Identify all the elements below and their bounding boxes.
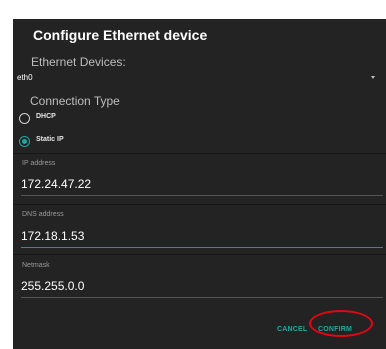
ethernet-devices-label: Ethernet Devices: [31, 55, 126, 69]
ethernet-device-dropdown[interactable]: eth0 [17, 71, 379, 89]
dhcp-radio-icon[interactable] [19, 113, 30, 124]
dns-address-label: DNS address [22, 211, 64, 218]
static-ip-radio-icon[interactable] [19, 136, 30, 147]
configure-ethernet-dialog: Configure Ethernet device Ethernet Devic… [13, 19, 386, 349]
static-ip-radio-option[interactable]: Static IP [19, 135, 139, 149]
confirm-button[interactable]: CONFIRM [318, 326, 352, 333]
divider [13, 153, 386, 154]
netmask-input[interactable]: 255.255.0.0 [21, 279, 383, 298]
dropdown-arrow-icon [371, 76, 375, 79]
dhcp-radio-option[interactable]: DHCP [19, 112, 139, 126]
netmask-label: Netmask [22, 262, 50, 269]
dialog-title: Configure Ethernet device [33, 27, 208, 43]
cancel-button[interactable]: CANCEL [277, 326, 307, 333]
dns-address-input[interactable]: 172.18.1.53 [21, 229, 383, 248]
dhcp-label: DHCP [36, 113, 56, 120]
ethernet-device-value: eth0 [17, 73, 33, 82]
ip-address-label: IP address [22, 160, 56, 167]
divider [13, 254, 386, 255]
connection-type-label: Connection Type [30, 94, 120, 108]
static-ip-label: Static IP [36, 136, 64, 143]
divider [13, 204, 386, 205]
ip-address-input[interactable]: 172.24.47.22 [21, 177, 383, 196]
